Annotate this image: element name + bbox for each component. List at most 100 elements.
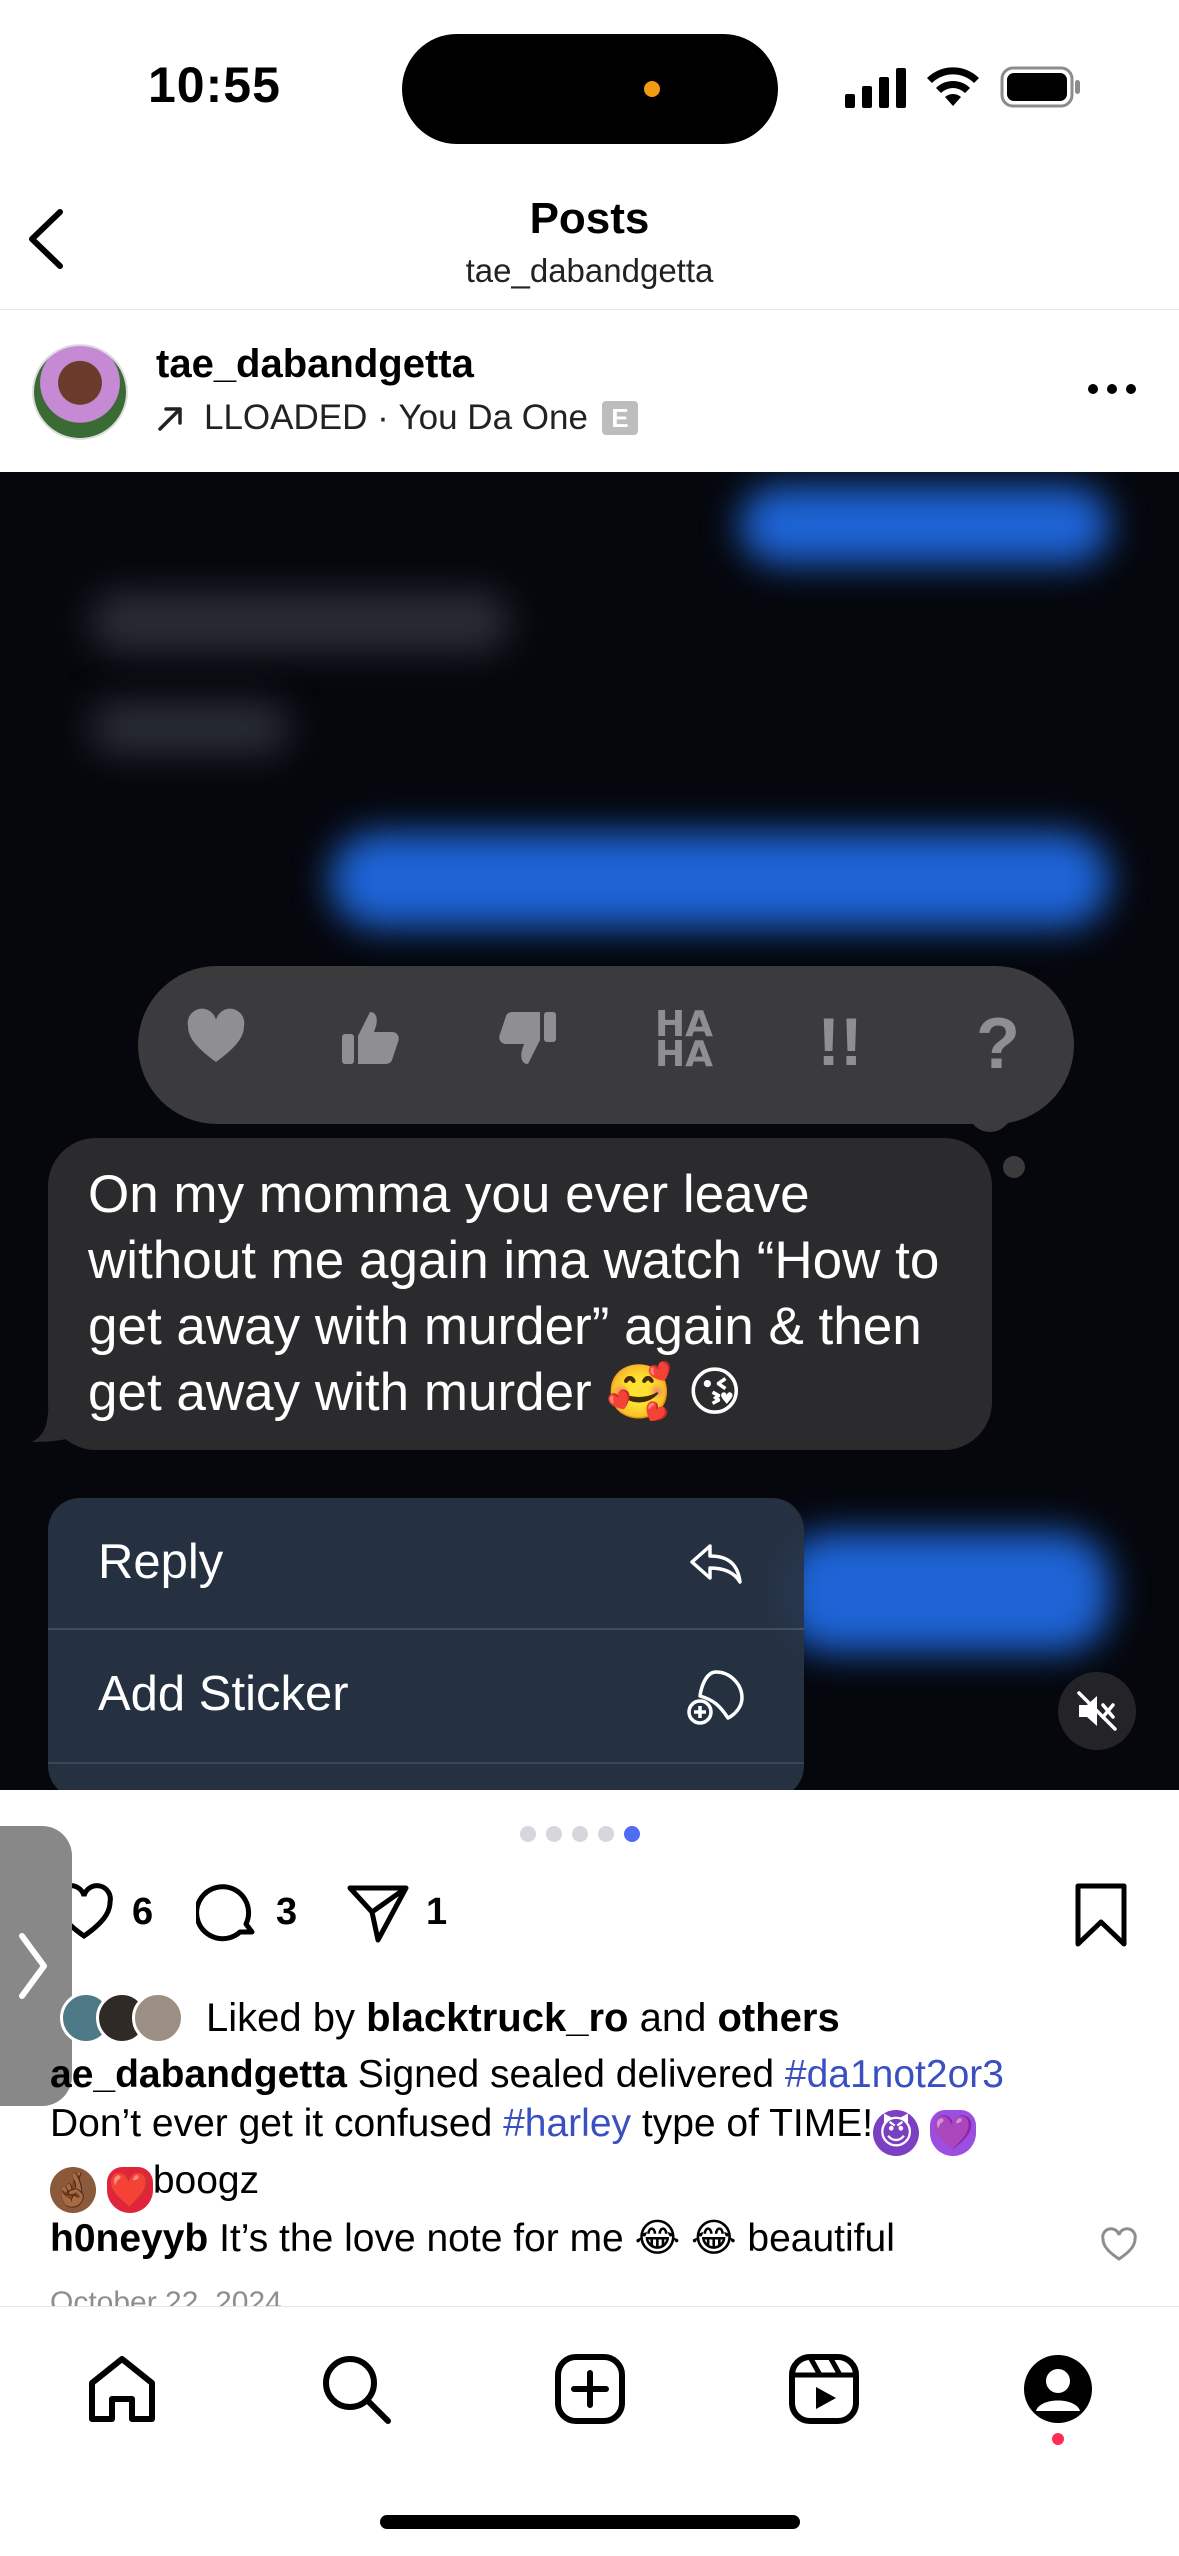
mute-toggle-button[interactable] (1058, 1672, 1136, 1750)
carousel-dot (520, 1826, 536, 1842)
trending-arrow-icon (158, 407, 182, 431)
reaction-question[interactable]: ? (958, 1006, 1038, 1086)
carousel-dot (572, 1826, 588, 1842)
profile-avatar-icon (1024, 2355, 1092, 2423)
blurred-message (780, 1532, 1110, 1652)
reaction-bar-tail (968, 1088, 1012, 1132)
caption-username[interactable]: ae_dabandgetta (50, 2053, 347, 2096)
author-username[interactable]: tae_dabandgetta (156, 342, 474, 387)
bookmark-icon[interactable] (1070, 1882, 1132, 1948)
audio-separator: · (367, 398, 399, 437)
post-caption: ae_dabandgetta Signed sealed delivered #… (50, 2050, 1130, 2213)
caption-text: Signed sealed delivered (357, 2053, 775, 2096)
tapback-reaction-bar: HA HA !! ? (138, 966, 1074, 1124)
author-avatar[interactable] (32, 344, 128, 440)
menu-item-reply[interactable]: Reply (48, 1498, 804, 1628)
reaction-exclamation[interactable]: !! (800, 1006, 880, 1086)
purple-heart-emoji: 💜 (929, 2110, 976, 2156)
page-subtitle: tae_dabandgetta (465, 252, 714, 289)
comment-bubble-icon (196, 1884, 255, 1942)
tab-create[interactable] (552, 2351, 628, 2427)
post-header: tae_dabandgetta LLOADED · You Da One E (0, 312, 1179, 470)
reaction-thumbs-up[interactable] (330, 1006, 410, 1086)
red-heart-emoji: ❤️ (106, 2167, 153, 2213)
reaction-thumbs-down[interactable] (488, 1006, 568, 1086)
liked-by-others[interactable]: others (717, 1996, 839, 2041)
status-bar: 10:55 (0, 0, 1179, 170)
carousel-indicator (520, 1826, 640, 1842)
reels-icon (789, 2354, 859, 2424)
like-count: 6 (132, 1890, 154, 1933)
battery-icon (1000, 66, 1080, 108)
hashtag-link[interactable]: #harley (503, 2102, 631, 2145)
plus-square-icon (555, 2354, 625, 2424)
reaction-haha[interactable]: HA HA (644, 1007, 724, 1090)
home-icon (89, 2356, 155, 2422)
caption-text: Don’t ever get it confused (50, 2102, 493, 2145)
caption-text: boogz (152, 2159, 260, 2202)
blurred-message (740, 486, 1110, 564)
liked-by-row[interactable]: Liked by blacktruck_ro and others (60, 1992, 840, 2044)
hashtag-link[interactable]: #da1not2or3 (785, 2053, 1004, 2096)
caption-text: type of TIME! (641, 2102, 874, 2145)
heart-icon (187, 1008, 245, 1062)
post-media[interactable]: HA HA !! ? On my momma you ever leave wi… (0, 472, 1179, 1790)
more-options-icon[interactable] (1086, 382, 1138, 396)
search-icon (323, 2356, 391, 2424)
reaction-heart[interactable] (176, 1006, 256, 1086)
comment-username[interactable]: h0neyyb (50, 2217, 208, 2260)
tab-reels[interactable] (786, 2351, 862, 2427)
carousel-dot (598, 1826, 614, 1842)
audio-track: You Da One (398, 398, 588, 437)
add-sticker-icon (687, 1670, 744, 1725)
chevron-right-icon (19, 1933, 47, 1999)
message-text: On my momma you ever leave without me ag… (88, 1165, 940, 1422)
laughing-emoji: 😂 😂 (634, 2217, 737, 2260)
post-actions: 6 3 1 (0, 1872, 1179, 1962)
reaction-bar-tail (1003, 1156, 1025, 1178)
paper-plane-icon (347, 1885, 409, 1943)
blurred-message (90, 592, 510, 652)
page-title: Posts (529, 194, 650, 243)
dynamic-island (402, 34, 778, 144)
post-date: October 22, 2024 (50, 2286, 282, 2308)
menu-item-add-sticker[interactable]: Add Sticker (48, 1630, 804, 1760)
cellular-signal-icon (845, 68, 906, 108)
explicit-badge: E (601, 401, 638, 435)
audio-link[interactable]: LLOADED · You Da One E (156, 398, 638, 438)
menu-item-label: Reply (98, 1535, 224, 1589)
notification-dot (1052, 2433, 1064, 2445)
tab-home[interactable] (84, 2351, 160, 2427)
menu-item-label: Add Sticker (98, 1667, 349, 1721)
comment-like-heart-icon[interactable] (1100, 2226, 1138, 2262)
question-label: ? (976, 1004, 1020, 1084)
home-indicator (380, 2515, 800, 2529)
menu-divider (48, 1762, 804, 1764)
exclamation-label: !! (817, 1004, 863, 1080)
liked-by-user[interactable]: blacktruck_ro (366, 1996, 628, 2041)
avatar (132, 1992, 184, 2044)
comment-button[interactable]: 3 (196, 1880, 297, 1944)
wifi-icon (927, 67, 979, 106)
status-time: 10:55 (148, 57, 281, 113)
comment-preview[interactable]: h0neyyb It’s the love note for me 😂 😂 be… (50, 2216, 1150, 2261)
liked-by-middle: and (639, 1995, 707, 2040)
comment-count: 3 (276, 1890, 298, 1933)
carousel-dot-active (624, 1826, 640, 1842)
message-context-menu: Reply Add Sticker (48, 1498, 804, 1790)
share-button[interactable]: 1 (346, 1880, 447, 1944)
thumbs-down-icon (499, 1012, 556, 1064)
tab-search[interactable] (318, 2351, 394, 2427)
tab-profile[interactable] (1020, 2351, 1096, 2427)
liked-by-prefix: Liked by (206, 1995, 355, 2040)
devil-emoji: 😈 (873, 2110, 920, 2156)
message-bubble: On my momma you ever leave without me ag… (48, 1138, 992, 1450)
privacy-indicator-dot (644, 81, 660, 97)
reply-icon (690, 1544, 742, 1584)
blurred-message (330, 832, 1110, 928)
nav-header: Posts tae_dabandgetta (0, 170, 1179, 310)
crossed-fingers-emoji: 🤞🏾 (50, 2167, 96, 2213)
audio-artist: LLOADED (204, 398, 368, 437)
comment-text-end: beautiful (747, 2217, 895, 2260)
thumbs-up-icon (342, 1012, 399, 1064)
